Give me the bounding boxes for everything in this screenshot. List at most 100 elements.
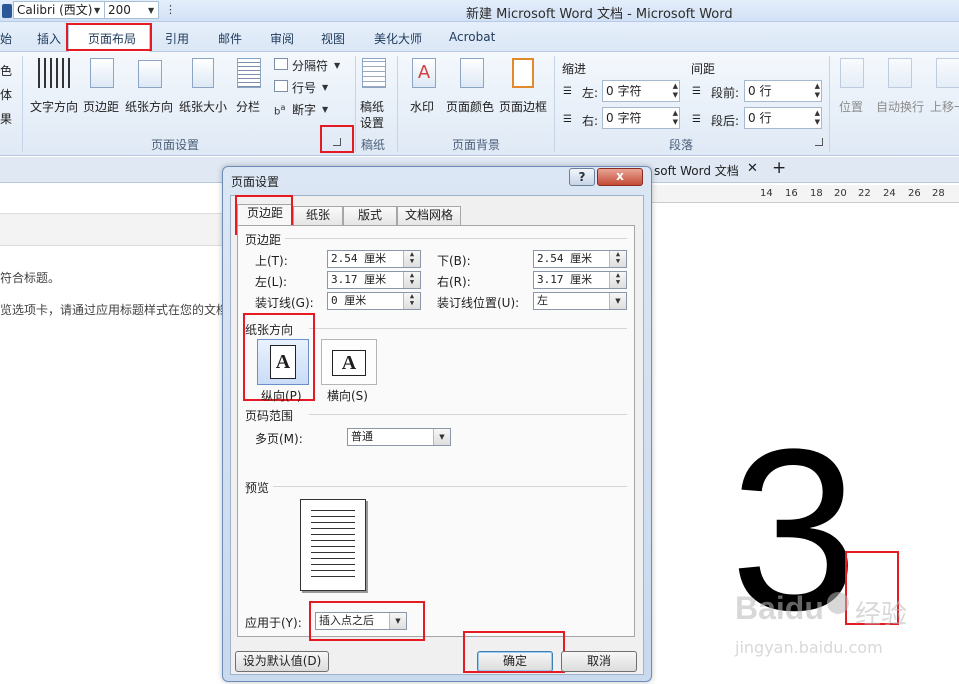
ribbon-cut-label-3[interactable]: 果	[0, 110, 12, 127]
right-margin-label: 右(R):	[437, 275, 471, 289]
orientation-label: 纸张方向	[125, 100, 174, 114]
manuscript-icon	[362, 58, 386, 88]
breaks-label[interactable]: 分隔符	[292, 57, 328, 74]
qat-more-icon[interactable]: ⋮	[165, 3, 176, 16]
dialog-tab-layout[interactable]: 版式	[343, 206, 397, 225]
landscape-option[interactable]: A	[321, 339, 377, 385]
tab-insert[interactable]: 插入	[37, 30, 61, 47]
ribbon-tabs: 始 插入 页面布局 引用 邮件 审阅 视图 美化大师 Acrobat	[0, 22, 959, 52]
font-name-field[interactable]: Calibri (西文)	[13, 1, 105, 19]
gutter-position-dropdown-icon[interactable]: ▼	[609, 293, 626, 309]
bring-forward-button[interactable]: 上移一	[928, 56, 959, 126]
indent-right-value: 0 字符	[606, 111, 642, 125]
tab-home[interactable]: 始	[0, 30, 12, 47]
indent-right-field[interactable]: 0 字符 ▲ ▼	[602, 107, 680, 129]
indent-left-spinner-icon[interactable]: ▲ ▼	[673, 82, 678, 100]
breaks-dropdown-icon[interactable]: ▼	[334, 61, 340, 70]
ribbon-cut-label-2[interactable]: 体	[0, 86, 12, 103]
left-margin-field[interactable]: 3.17 厘米 ▲ ▼	[327, 271, 421, 289]
font-name-dropdown-icon[interactable]: ▼	[94, 6, 100, 15]
spacing-before-field[interactable]: 0 行 ▲ ▼	[744, 80, 822, 102]
watermark-button[interactable]: A 水印	[406, 56, 442, 126]
orientation-button[interactable]: 纸张方向	[124, 56, 176, 126]
watermark-label: 水印	[410, 100, 435, 114]
gutter-field[interactable]: 0 厘米 ▲ ▼	[327, 292, 421, 310]
ruler-tick: 28	[932, 188, 945, 199]
window-title: 新建 Microsoft Word 文档 - Microsoft Word	[466, 7, 733, 22]
multiple-pages-select[interactable]: 普通 ▼	[347, 428, 451, 446]
position-button[interactable]: 位置	[836, 56, 870, 126]
set-default-button[interactable]: 设为默认值(D)	[235, 651, 329, 672]
multiple-pages-dropdown-icon[interactable]: ▼	[433, 429, 450, 445]
top-margin-field[interactable]: 2.54 厘米 ▲ ▼	[327, 250, 421, 268]
tab-review[interactable]: 审阅	[270, 30, 294, 47]
nav-text-line-1: 符合标题。	[0, 271, 61, 285]
indent-right-spinner-icon[interactable]: ▲ ▼	[673, 109, 678, 127]
gutter-position-select[interactable]: 左 ▼	[533, 292, 627, 310]
doc-tab-label[interactable]: soft Word 文档	[654, 162, 739, 179]
cancel-button[interactable]: 取消	[561, 651, 637, 672]
top-margin-spinner-icon[interactable]: ▲ ▼	[403, 251, 420, 267]
horizontal-ruler[interactable]: 14 16 18 20 22 24 26 28 30 32	[640, 185, 959, 203]
dialog-help-button[interactable]: ?	[569, 168, 595, 186]
size-button[interactable]: 纸张大小	[178, 56, 228, 126]
new-tab-icon[interactable]: +	[772, 158, 786, 178]
landscape-label[interactable]: 横向(S)	[327, 387, 368, 404]
spacing-after-spinner-icon[interactable]: ▲ ▼	[815, 109, 820, 127]
left-margin-spinner-icon[interactable]: ▲ ▼	[403, 272, 420, 288]
dialog-tab-paper[interactable]: 纸张	[293, 206, 343, 225]
indent-right-icon: ☰	[563, 114, 572, 125]
margins-section-line	[285, 238, 627, 239]
bottom-margin-field[interactable]: 2.54 厘米 ▲ ▼	[533, 250, 627, 268]
right-margin-field[interactable]: 3.17 厘米 ▲ ▼	[533, 271, 627, 289]
wrap-text-button[interactable]: 自动换行	[874, 56, 928, 126]
paragraph-launcher-icon[interactable]	[815, 138, 823, 146]
bottom-margin-label: 下(B):	[437, 254, 471, 268]
dialog-tab-doc-grid[interactable]: 文档网格	[397, 206, 461, 225]
spacing-before-spinner-icon[interactable]: ▲ ▼	[815, 82, 820, 100]
page-border-label: 页面边框	[499, 100, 548, 114]
right-margin-value: 3.17 厘米	[537, 273, 593, 286]
indent-left-label: 左:	[582, 86, 599, 100]
line-numbers-label[interactable]: 行号	[292, 79, 316, 96]
doc-tab-close-icon[interactable]: ✕	[747, 161, 758, 176]
page-color-button[interactable]: 页面颜色	[446, 56, 498, 126]
tab-view[interactable]: 视图	[321, 30, 345, 47]
ribbon-cut-label-1[interactable]: 色	[0, 62, 12, 79]
columns-icon	[237, 58, 261, 88]
top-margin-label: 上(T):	[255, 254, 288, 268]
portrait-page-icon: A	[270, 345, 296, 379]
portrait-label[interactable]: 纵向(P)	[261, 387, 302, 404]
size-label: 纸张大小	[179, 100, 228, 114]
margins-button[interactable]: 页边距	[82, 56, 122, 126]
hyphenation-label[interactable]: 断字	[292, 101, 316, 118]
portrait-option[interactable]: A	[257, 339, 309, 385]
hyphenation-dropdown-icon[interactable]: ▼	[322, 105, 328, 114]
page-background-group-label: 页面背景	[452, 138, 501, 152]
tab-beautify-master[interactable]: 美化大师	[374, 30, 422, 47]
tab-references[interactable]: 引用	[165, 30, 189, 47]
dialog-close-button[interactable]: x	[597, 168, 643, 186]
spacing-after-field[interactable]: 0 行 ▲ ▼	[744, 107, 822, 129]
indent-left-field[interactable]: 0 字符 ▲ ▼	[602, 80, 680, 102]
spacing-after-label: 段后:	[711, 114, 740, 128]
line-numbers-icon	[274, 80, 288, 92]
highlight-apply-to	[309, 601, 425, 641]
columns-button[interactable]: 分栏	[234, 56, 266, 126]
nav-text-line-2: 览选项卡，请通过应用标题样式在您的文档中	[0, 303, 241, 317]
line-numbers-dropdown-icon[interactable]: ▼	[322, 83, 328, 92]
tab-mailings[interactable]: 邮件	[218, 30, 242, 47]
text-direction-button[interactable]: 文字方向	[28, 56, 80, 126]
manuscript-button[interactable]: 稿纸 设置	[358, 56, 392, 130]
right-margin-spinner-icon[interactable]: ▲ ▼	[609, 272, 626, 288]
paragraph-group-label: 段落	[669, 138, 694, 152]
font-size-dropdown-icon[interactable]: ▼	[148, 6, 154, 15]
landscape-page-icon: A	[332, 350, 366, 376]
gutter-spinner-icon[interactable]: ▲ ▼	[403, 293, 420, 309]
font-size-value: 200	[108, 3, 131, 17]
bottom-margin-spinner-icon[interactable]: ▲ ▼	[609, 251, 626, 267]
wrap-text-icon	[888, 58, 912, 88]
dialog-title: 页面设置	[231, 175, 280, 189]
page-border-button[interactable]: 页面边框	[498, 56, 550, 126]
tab-acrobat[interactable]: Acrobat	[449, 30, 495, 44]
